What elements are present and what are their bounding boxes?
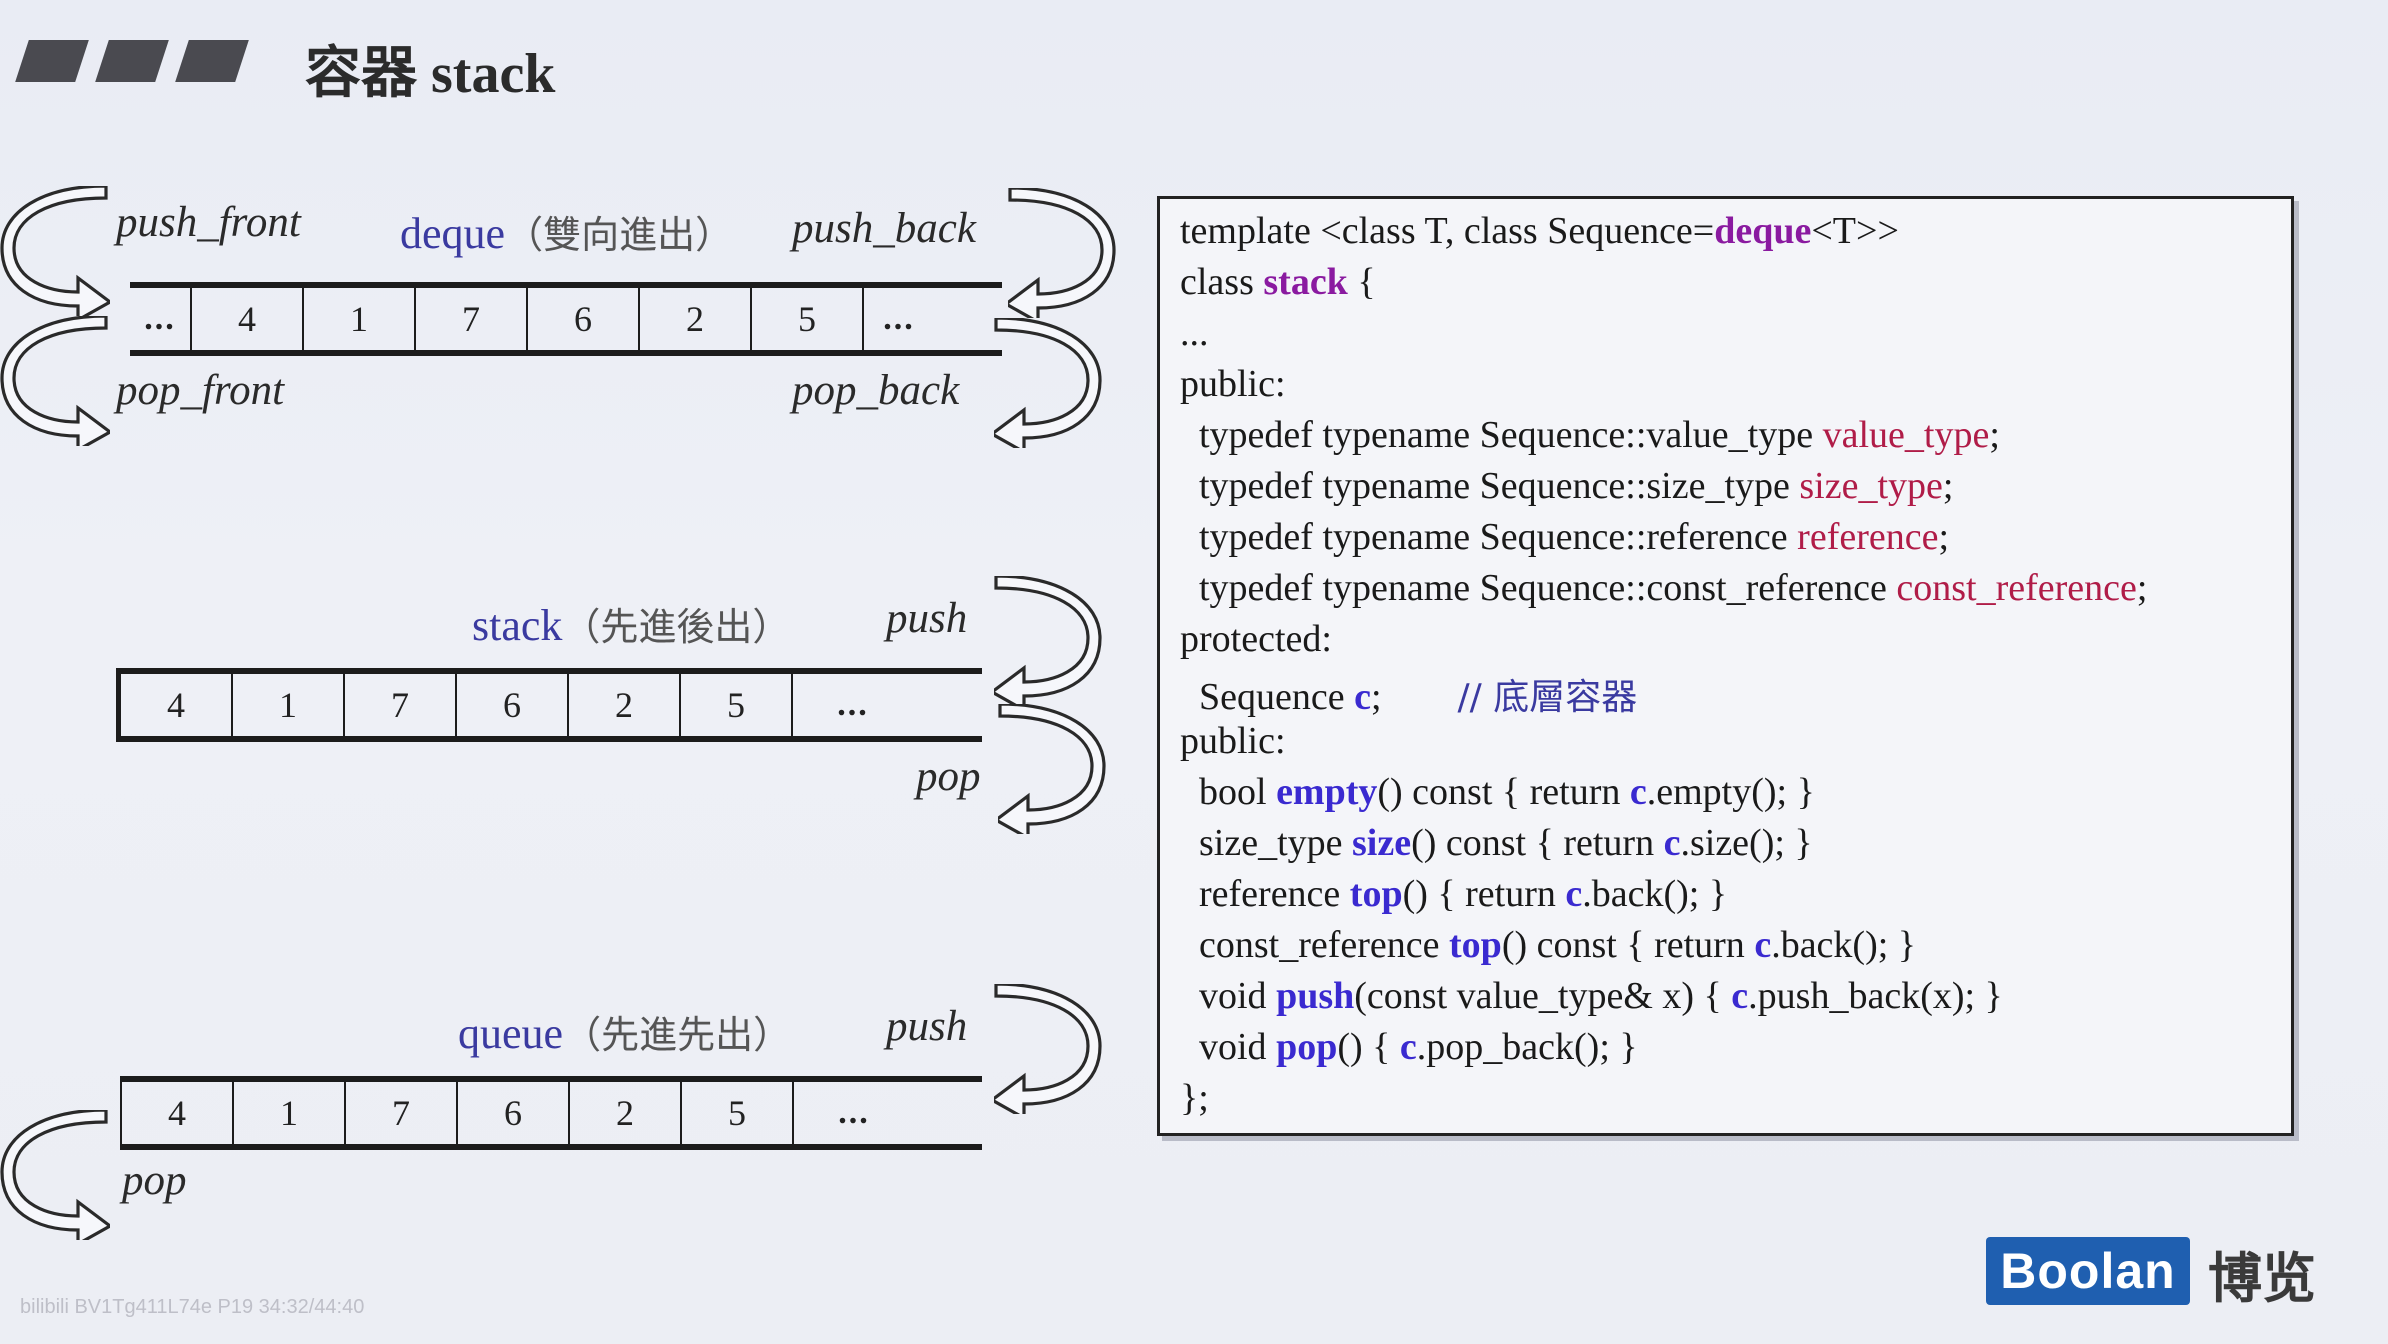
stack-cell: 6 — [457, 674, 569, 736]
queue-pop-label: pop — [122, 1157, 187, 1204]
stack-push-label: push — [886, 595, 968, 642]
boolan-logo: Boolan — [1986, 1237, 2190, 1305]
boolan-cjk-logo: 博览 — [2208, 1247, 2316, 1310]
queue-cell: 2 — [570, 1082, 682, 1144]
queue-label: queue（先進先出） — [458, 1004, 791, 1059]
stack-pop-label: pop — [916, 753, 981, 800]
stack-cell: 1 — [233, 674, 345, 736]
code-line: public: — [1180, 720, 1286, 762]
code-line: const_reference top() const { return c.b… — [1180, 924, 1917, 966]
queue-cell: 5 — [682, 1082, 794, 1144]
queue-cell: 1 — [234, 1082, 346, 1144]
code-line: reference top() { return c.back(); } — [1180, 873, 1728, 915]
deque-cell: 5 — [752, 288, 864, 350]
push-back-label: push_back — [792, 205, 976, 252]
stack-name: stack — [472, 601, 563, 650]
deque-name: deque — [400, 209, 506, 258]
stack-cell: 5 — [681, 674, 793, 736]
stack-bar: 4 1 7 6 2 5 ... — [116, 668, 982, 742]
code-line: template <class T, class Sequence=deque<… — [1180, 210, 1899, 252]
title-decoration — [15, 40, 256, 82]
pop-back-arrow-icon — [994, 318, 1102, 448]
code-line: typedef typename Sequence::reference ref… — [1180, 516, 1950, 558]
stack-cell: 2 — [569, 674, 681, 736]
code-panel: template <class T, class Sequence=deque<… — [1157, 196, 2294, 1136]
stack-label: stack（先進後出） — [472, 596, 790, 651]
code-line: protected: — [1180, 618, 1332, 660]
stack-cell: ... — [837, 686, 869, 723]
stack-cell: 4 — [121, 674, 233, 736]
deque-cell: 1 — [304, 288, 416, 350]
queue-desc: （先進先出） — [563, 1013, 792, 1057]
queue-cell: ... — [838, 1094, 870, 1131]
queue-cell: 4 — [120, 1082, 234, 1144]
push-back-arrow-icon — [1008, 188, 1116, 318]
code-line: }; — [1180, 1077, 1209, 1119]
code-line: size_type size() const { return c.size()… — [1180, 822, 1813, 864]
deque-cell: 4 — [192, 288, 304, 350]
queue-push-label: push — [886, 1003, 968, 1050]
code-line: typedef typename Sequence::value_type va… — [1180, 414, 2000, 456]
deque-cell: 7 — [416, 288, 528, 350]
page-title: 容器 stack — [305, 43, 556, 105]
code-line: typedef typename Sequence::const_referen… — [1180, 567, 2148, 609]
deque-cell: ... — [883, 300, 915, 337]
queue-push-arrow-icon — [994, 984, 1102, 1114]
code-line: typedef typename Sequence::size_type siz… — [1180, 465, 1954, 507]
code-comment: // 底層容器 — [1457, 677, 1638, 718]
code-line: class stack { — [1180, 261, 1376, 303]
pop-front-arrow-icon — [0, 316, 110, 446]
code-line: ... — [1180, 312, 1209, 354]
queue-cell: 6 — [458, 1082, 570, 1144]
queue-pop-arrow-icon — [0, 1110, 110, 1240]
queue-bar: 4 1 7 6 2 5 ... — [120, 1076, 982, 1150]
deque-cell: 2 — [640, 288, 752, 350]
stack-pop-arrow-icon — [998, 704, 1106, 834]
deque-desc: （雙向進出） — [505, 213, 734, 257]
deque-cell: 6 — [528, 288, 640, 350]
stack-desc: （先進後出） — [562, 605, 791, 649]
push-front-label: push_front — [116, 199, 301, 246]
code-line: void pop() { c.pop_back(); } — [1180, 1026, 1638, 1068]
deque-cell: ... — [130, 288, 192, 350]
code-line: public: — [1180, 363, 1286, 405]
push-front-arrow-icon — [0, 186, 110, 316]
code-line: bool empty() const { return c.empty(); } — [1180, 771, 1815, 813]
video-watermark: bilibili BV1Tg411L74e P19 34:32/44:40 — [20, 1296, 365, 1318]
deque-label: deque（雙向進出） — [400, 204, 733, 259]
pop-front-label: pop_front — [116, 367, 285, 414]
queue-name: queue — [458, 1009, 564, 1058]
queue-cell: 7 — [346, 1082, 458, 1144]
deque-bar: ... 4 1 7 6 2 5 ... — [130, 282, 1002, 356]
code-line: Sequence c; // 底層容器 — [1180, 676, 1638, 718]
code-line: void push(const value_type& x) { c.push_… — [1180, 975, 2003, 1017]
stack-cell: 7 — [345, 674, 457, 736]
pop-back-label: pop_back — [792, 367, 960, 414]
stack-push-arrow-icon — [994, 576, 1102, 706]
